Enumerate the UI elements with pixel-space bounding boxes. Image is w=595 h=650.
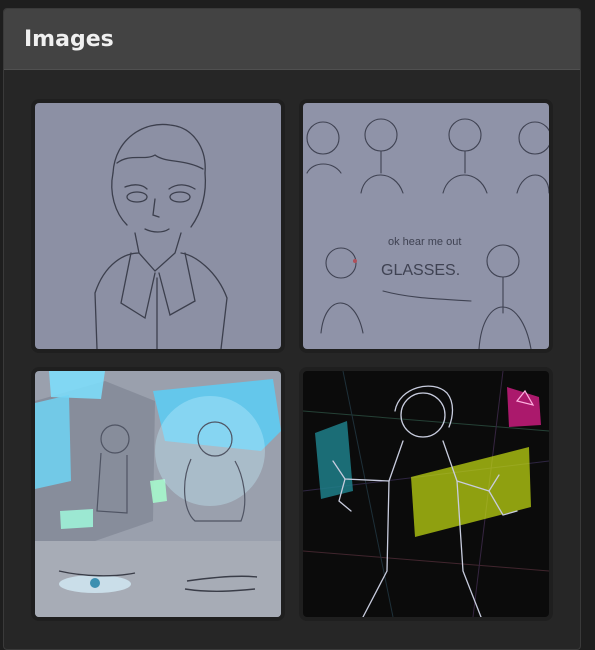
image-thumbnail-sketch-portrait[interactable]	[35, 103, 281, 349]
sketch-portrait-image	[35, 103, 281, 349]
panel-title: Images	[24, 26, 114, 52]
neon-hologram-image	[303, 371, 549, 617]
sketch-caption-line1: ok hear me out	[388, 236, 461, 248]
character-sheet-image: ok hear me out GLASSES.	[303, 103, 549, 349]
images-panel: Images ok hear me out GLASSES.	[3, 8, 581, 650]
image-thumbnail-neon-hologram[interactable]	[303, 371, 549, 617]
blue-hologram-image	[35, 371, 281, 617]
sketch-caption-line2: GLASSES.	[381, 262, 460, 279]
image-thumbnail-character-sheet[interactable]: ok hear me out GLASSES.	[303, 103, 549, 349]
image-thumbnail-blue-hologram[interactable]	[35, 371, 281, 617]
panel-header: Images	[4, 9, 580, 70]
